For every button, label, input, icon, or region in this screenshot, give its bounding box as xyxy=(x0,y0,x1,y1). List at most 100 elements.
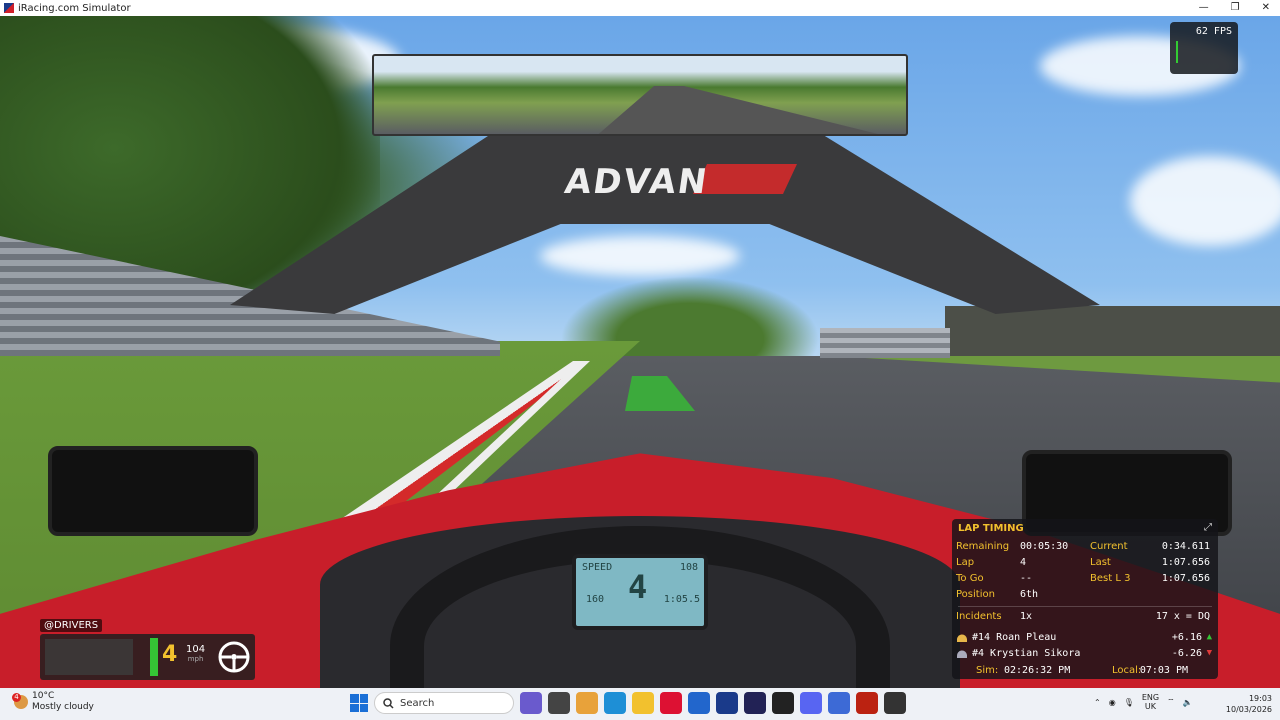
sim-time-value: 02:26:32 PM xyxy=(1004,665,1071,676)
weather-description: Mostly cloudy xyxy=(32,702,94,712)
armco-barrier xyxy=(820,328,950,358)
rpm-bar xyxy=(150,638,158,676)
app-icon[interactable] xyxy=(688,692,710,714)
dash-top-right: 108 xyxy=(679,562,698,573)
taskbar-clock[interactable]: 19:03 10/03/2026 xyxy=(1226,693,1272,715)
window-controls: — ❐ ✕ xyxy=(1199,0,1270,16)
app-icon[interactable] xyxy=(660,692,682,714)
language-indicator[interactable]: ENG UK xyxy=(1142,693,1159,711)
weather-icon: 4 xyxy=(12,693,28,709)
cloud xyxy=(1130,156,1280,246)
cloud xyxy=(540,236,740,276)
copilot-icon[interactable] xyxy=(520,692,542,714)
best-label: Best L 3 xyxy=(1090,573,1131,584)
lap-timing-widget[interactable]: LAP TIMING ⤢ Remaining 00:05:30 Current … xyxy=(952,519,1218,679)
dashboard-display: SPEED 108 4 160 1:05.5 xyxy=(572,554,708,630)
edge-browser-icon[interactable] xyxy=(604,692,626,714)
weather-temperature: 10°C xyxy=(32,691,55,701)
driver-delta: -6.26 xyxy=(1171,648,1202,659)
incidents-value: 1x xyxy=(1020,611,1033,622)
clock-date: 10/03/2026 xyxy=(1225,705,1272,714)
dash-top-left: SPEED xyxy=(582,562,613,573)
trend-up-icon: ▲ xyxy=(1206,632,1212,642)
current-value: 0:34.611 xyxy=(1161,541,1210,552)
remaining-label: Remaining xyxy=(956,541,1010,552)
speed-readout: 104 mph xyxy=(186,644,205,663)
speed-unit: mph xyxy=(187,655,204,663)
language-code: ENG xyxy=(1141,693,1160,702)
mirror-road xyxy=(594,86,894,134)
last-value: 1:07.656 xyxy=(1161,557,1210,568)
app-icon[interactable] xyxy=(772,692,794,714)
bridge-sponsor-text: ADVAN xyxy=(562,162,712,202)
drivers-widget[interactable]: 4 104 mph xyxy=(40,634,255,680)
task-view-icon[interactable] xyxy=(548,692,570,714)
local-time-label: Local: xyxy=(1112,665,1142,676)
iracing-taskbar-icon[interactable] xyxy=(716,692,738,714)
discord-icon[interactable] xyxy=(800,692,822,714)
drivers-widget-label: @DRIVERS xyxy=(40,619,103,632)
current-label: Current xyxy=(1090,541,1128,552)
helmet-icon xyxy=(956,650,967,658)
position-value: 6th xyxy=(1020,589,1039,600)
last-label: Last xyxy=(1090,557,1111,568)
close-button[interactable]: ✕ xyxy=(1262,0,1270,16)
position-label: Position xyxy=(956,589,995,600)
lap-timing-title: LAP TIMING xyxy=(958,523,1024,534)
windows-start-icon[interactable] xyxy=(350,694,368,712)
volume-icon[interactable]: 🔈 xyxy=(1183,698,1193,707)
app-icon[interactable] xyxy=(744,692,766,714)
steering-wheel-icon xyxy=(218,641,250,673)
drivers-panel xyxy=(45,639,133,675)
region-code: UK xyxy=(1144,702,1157,711)
window-title-bar: iRacing.com Simulator — ❐ ✕ xyxy=(0,0,1280,16)
helmet-icon xyxy=(956,634,967,642)
dash-gear: 4 xyxy=(628,568,648,606)
speed-value: 104 xyxy=(186,644,206,655)
best-value: 1:07.656 xyxy=(1161,573,1210,584)
network-icon[interactable]: ◉ xyxy=(1109,698,1116,707)
trend-down-icon: ▼ xyxy=(1206,648,1212,658)
taskbar-apps: Search xyxy=(350,692,906,714)
search-placeholder: Search xyxy=(400,697,435,709)
driver-name: #14 Roan Pleau xyxy=(972,632,1057,643)
expand-icon[interactable]: ⤢ xyxy=(1204,522,1212,533)
dash-bottom-left: 160 xyxy=(586,594,605,605)
system-tray: ⌃ ◉ 🎙 ENG UK ⌔ 🔈 xyxy=(1094,693,1193,711)
sim-time-label: Sim: xyxy=(976,665,999,676)
remaining-value: 00:05:30 xyxy=(1020,541,1069,552)
driver-delta: +6.16 xyxy=(1171,632,1202,643)
hedge xyxy=(945,306,1280,361)
taskbar-search[interactable]: Search xyxy=(374,692,514,714)
gear-indicator: 4 xyxy=(162,642,178,667)
driver-row: #14 Roan Pleau +6.16 ▲ xyxy=(956,632,1212,646)
app-icon[interactable] xyxy=(884,692,906,714)
fps-graph xyxy=(1176,41,1232,63)
app-icon[interactable] xyxy=(828,692,850,714)
iracing-app-icon xyxy=(4,3,14,13)
driver-row: #4 Krystian Sikora -6.26 ▼ xyxy=(956,648,1212,662)
windows-taskbar: 4 10°C Mostly cloudy Search ⌃ ◉ 🎙 ENG UK… xyxy=(0,688,1280,720)
dash-bottom-right: 1:05.5 xyxy=(663,594,700,605)
rear-view-mirror xyxy=(372,54,908,136)
weather-widget[interactable]: 4 10°C Mostly cloudy xyxy=(12,691,94,713)
chevron-up-icon[interactable]: ⌃ xyxy=(1094,698,1101,707)
maximize-button[interactable]: ❐ xyxy=(1231,0,1240,16)
lap-value: 4 xyxy=(1020,557,1027,568)
iracing-ui-icon[interactable] xyxy=(856,692,878,714)
file-explorer-icon[interactable] xyxy=(632,692,654,714)
to-go-value: -- xyxy=(1020,573,1033,584)
search-icon xyxy=(383,697,394,709)
microphone-icon[interactable]: 🎙 xyxy=(1124,698,1134,707)
dq-limit: 17 x = DQ xyxy=(1155,611,1210,622)
incidents-label: Incidents xyxy=(956,611,1002,622)
to-go-label: To Go xyxy=(956,573,984,584)
driver-name: #4 Krystian Sikora xyxy=(972,648,1081,659)
fps-value: 62 FPS xyxy=(1195,26,1232,37)
minimize-button[interactable]: — xyxy=(1199,0,1209,16)
clock-time: 19:03 xyxy=(1248,694,1272,703)
wifi-icon[interactable]: ⌔ xyxy=(1167,697,1175,707)
fps-widget[interactable]: 62 FPS xyxy=(1170,22,1238,74)
local-time-value: 07:03 PM xyxy=(1139,665,1188,676)
widgets-icon[interactable] xyxy=(576,692,598,714)
